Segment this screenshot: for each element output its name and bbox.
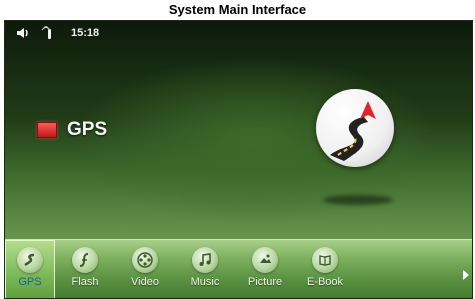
flash-icon: [72, 247, 98, 273]
volume-icon[interactable]: [15, 25, 31, 41]
dock-label-gps: GPS: [18, 276, 42, 288]
dock-item-video[interactable]: Video: [115, 240, 175, 298]
selection-marker-icon: [37, 122, 57, 138]
status-time: 15:18: [71, 27, 100, 39]
dock-item-flash[interactable]: Flash: [55, 240, 115, 298]
current-app-label: GPS: [67, 119, 108, 140]
dock-item-ebook[interactable]: E-Book: [295, 240, 355, 298]
music-icon: [192, 247, 218, 273]
dock-label-flash: Flash: [71, 276, 99, 288]
gps-navigation-icon[interactable]: [316, 89, 394, 167]
current-app-title: GPS: [37, 119, 107, 141]
dock-label-ebook: E-Book: [306, 276, 344, 288]
ebook-icon: [312, 247, 338, 273]
dock-item-gps[interactable]: GPS: [5, 240, 55, 298]
chevron-right-icon[interactable]: [463, 270, 469, 280]
antenna-icon[interactable]: [41, 25, 57, 41]
status-bar: 15:18: [5, 21, 472, 45]
dock-label-video: Video: [131, 276, 159, 288]
picture-icon: [252, 247, 278, 273]
dock-label-music: Music: [190, 276, 220, 288]
emblem-shadow: [323, 195, 393, 205]
figure-caption: System Main Interface: [168, 2, 307, 17]
dock-item-picture[interactable]: Picture: [235, 240, 295, 298]
dock-label-picture: Picture: [247, 276, 283, 288]
dock-item-music[interactable]: Music: [175, 240, 235, 298]
device-screen: 15:18 GPS GPS Flash Video Music Picture …: [4, 20, 473, 299]
app-dock: GPS Flash Video Music Picture E-Book: [5, 239, 472, 298]
gps-icon: [17, 247, 43, 273]
video-icon: [132, 247, 158, 273]
